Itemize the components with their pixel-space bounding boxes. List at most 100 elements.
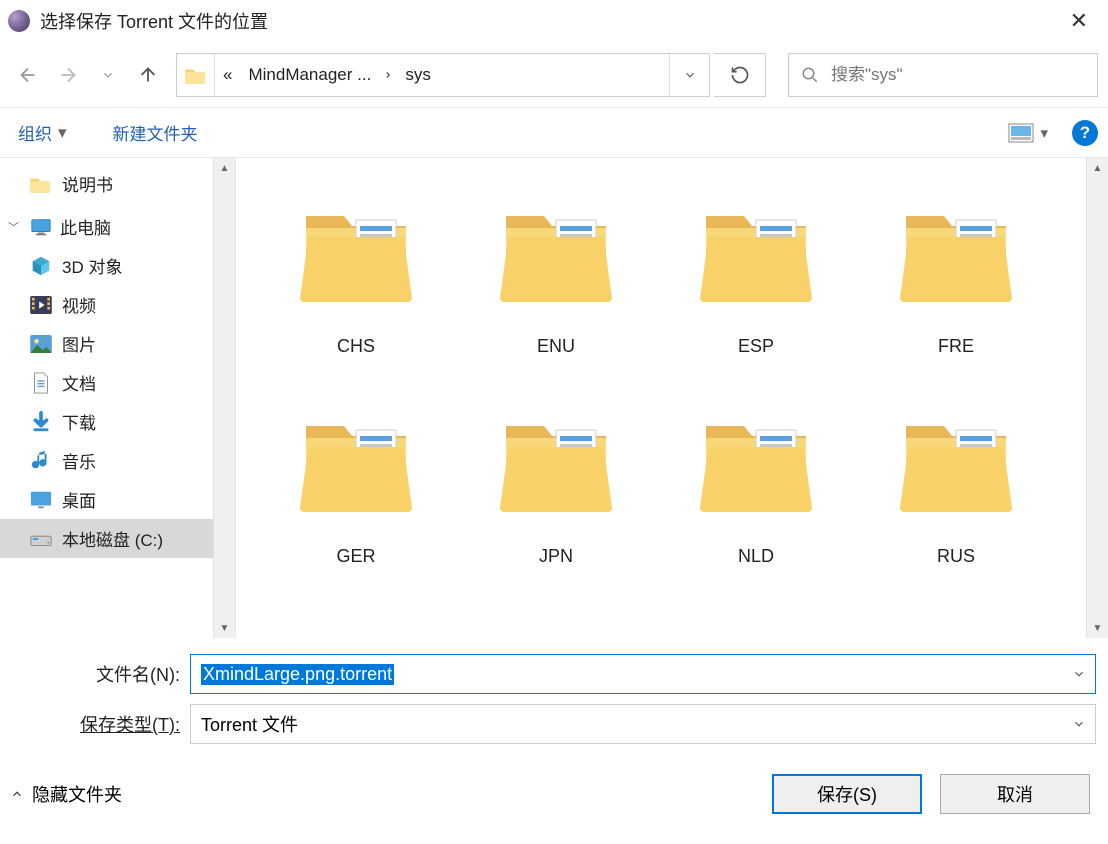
chevron-down-icon [683, 68, 697, 82]
folder-item[interactable]: JPN [456, 398, 656, 608]
window-title: 选择保存 Torrent 文件的位置 [40, 8, 1058, 34]
documents-icon [30, 372, 52, 394]
up-button[interactable] [130, 57, 166, 93]
body: 说明书 ﹀ 此电脑 3D 对象视频图片文档下载音乐桌面本地磁盘 (C:) ▲ ▼ CH… [0, 158, 1108, 638]
sidebar-item-desktop[interactable]: 桌面 [0, 480, 235, 519]
breadcrumb-segment-1[interactable]: sys [397, 54, 439, 96]
folder-icon [496, 198, 616, 318]
refresh-button[interactable] [714, 53, 766, 97]
new-folder-button[interactable]: 新建文件夹 [105, 116, 206, 149]
refresh-icon [730, 65, 750, 85]
search-box[interactable] [788, 53, 1098, 97]
chevron-down-icon [101, 68, 115, 82]
app-icon [8, 10, 30, 32]
filename-value: XmindLarge.png.torrent [201, 664, 394, 685]
help-button[interactable]: ? [1072, 120, 1098, 146]
breadcrumb-chevron-icon[interactable] [379, 69, 397, 81]
sidebar-item-label: 音乐 [62, 448, 96, 473]
sidebar-item-label: 说明书 [62, 171, 113, 196]
sidebar-item-label: 本地磁盘 (C:) [62, 526, 163, 551]
chevron-down-icon [1072, 717, 1086, 731]
sidebar-item-downloads[interactable]: 下载 [0, 402, 235, 441]
save-button[interactable]: 保存(S) [772, 774, 922, 814]
chevron-down-icon: ▾ [1040, 124, 1048, 142]
pictures-icon [30, 333, 52, 355]
folder-label: JPN [539, 546, 573, 567]
breadcrumb-overflow[interactable]: « [215, 54, 240, 96]
filename-input[interactable]: XmindLarge.png.torrent [190, 654, 1096, 694]
sidebar-item-label: 视频 [62, 292, 96, 317]
sidebar-item-pictures[interactable]: 图片 [0, 324, 235, 363]
filename-dropdown[interactable] [1063, 655, 1095, 693]
desktop-icon [30, 489, 52, 511]
forward-button[interactable] [50, 57, 86, 93]
address-bar[interactable]: « MindManager ... sys [176, 53, 710, 97]
folder-label: ESP [738, 336, 774, 357]
sidebar-item-label: 3D 对象 [62, 253, 122, 278]
folder-item[interactable]: RUS [856, 398, 1056, 608]
content-scrollbar[interactable]: ▲ ▼ [1086, 158, 1108, 638]
sidebar-item-music[interactable]: 音乐 [0, 441, 235, 480]
view-icon [1008, 123, 1034, 143]
scroll-down-icon[interactable]: ▼ [214, 618, 235, 638]
sidebar-item-folder[interactable]: 说明书 [0, 164, 235, 203]
close-button[interactable]: ✕ [1058, 8, 1100, 34]
search-icon [801, 66, 819, 84]
folder-icon [696, 198, 816, 318]
expand-icon[interactable]: ﹀ [8, 219, 22, 235]
folder-label: NLD [738, 546, 774, 567]
sidebar-item-documents[interactable]: 文档 [0, 363, 235, 402]
scroll-up-icon[interactable]: ▲ [1087, 158, 1108, 178]
sidebar-item-computer[interactable]: ﹀ 此电脑 [0, 207, 235, 246]
folder-icon [296, 198, 416, 318]
breadcrumb-segment-0[interactable]: MindManager ... [240, 54, 379, 96]
filename-label: 文件名(N): [12, 661, 190, 687]
cancel-button[interactable]: 取消 [940, 774, 1090, 814]
filetype-select[interactable]: Torrent 文件 [190, 704, 1096, 744]
sidebar-item-label: 图片 [62, 331, 96, 356]
folder-label: GER [336, 546, 375, 567]
computer-icon [30, 216, 52, 238]
address-dropdown[interactable] [669, 54, 709, 96]
filetype-value: Torrent 文件 [201, 711, 298, 737]
scroll-down-icon[interactable]: ▼ [1087, 618, 1108, 638]
arrow-up-icon [137, 64, 159, 86]
sidebar-item-3d[interactable]: 3D 对象 [0, 246, 235, 285]
filetype-dropdown[interactable] [1063, 705, 1095, 743]
3d-icon [30, 255, 52, 277]
folder-icon [177, 54, 215, 96]
footer: 隐藏文件夹 保存(S) 取消 [0, 754, 1108, 826]
folder-icon [496, 408, 616, 528]
folder-label: FRE [938, 336, 974, 357]
organize-menu[interactable]: 组织 ▾ [10, 116, 75, 149]
sidebar-item-label: 下载 [62, 409, 96, 434]
folder-item[interactable]: CHS [256, 188, 456, 398]
arrow-left-icon [17, 64, 39, 86]
arrow-right-icon [57, 64, 79, 86]
hide-folders-toggle[interactable]: 隐藏文件夹 [10, 781, 122, 807]
folder-item[interactable]: ENU [456, 188, 656, 398]
sidebar-item-drive[interactable]: 本地磁盘 (C:) [0, 519, 235, 558]
folder-item[interactable]: FRE [856, 188, 1056, 398]
folder-item[interactable]: NLD [656, 398, 856, 608]
folder-item[interactable]: GER [256, 398, 456, 608]
folder-icon [30, 173, 52, 195]
recent-dropdown[interactable] [90, 57, 126, 93]
view-menu[interactable]: ▾ [1004, 119, 1052, 147]
search-input[interactable] [831, 65, 1085, 85]
sidebar-item-label: 此电脑 [60, 214, 111, 239]
form-area: 文件名(N): XmindLarge.png.torrent 保存类型(T): … [0, 638, 1108, 744]
music-icon [30, 450, 52, 472]
folder-label: RUS [937, 546, 975, 567]
folder-label: ENU [537, 336, 575, 357]
sidebar: 说明书 ﹀ 此电脑 3D 对象视频图片文档下载音乐桌面本地磁盘 (C:) ▲ ▼ [0, 158, 236, 638]
folder-icon [896, 408, 1016, 528]
back-button[interactable] [10, 57, 46, 93]
scroll-up-icon[interactable]: ▲ [214, 158, 235, 178]
sidebar-item-video[interactable]: 视频 [0, 285, 235, 324]
sidebar-scrollbar[interactable]: ▲ ▼ [213, 158, 235, 638]
drive-icon [30, 528, 52, 550]
chevron-down-icon [1072, 667, 1086, 681]
title-bar: 选择保存 Torrent 文件的位置 ✕ [0, 0, 1108, 42]
folder-item[interactable]: ESP [656, 188, 856, 398]
